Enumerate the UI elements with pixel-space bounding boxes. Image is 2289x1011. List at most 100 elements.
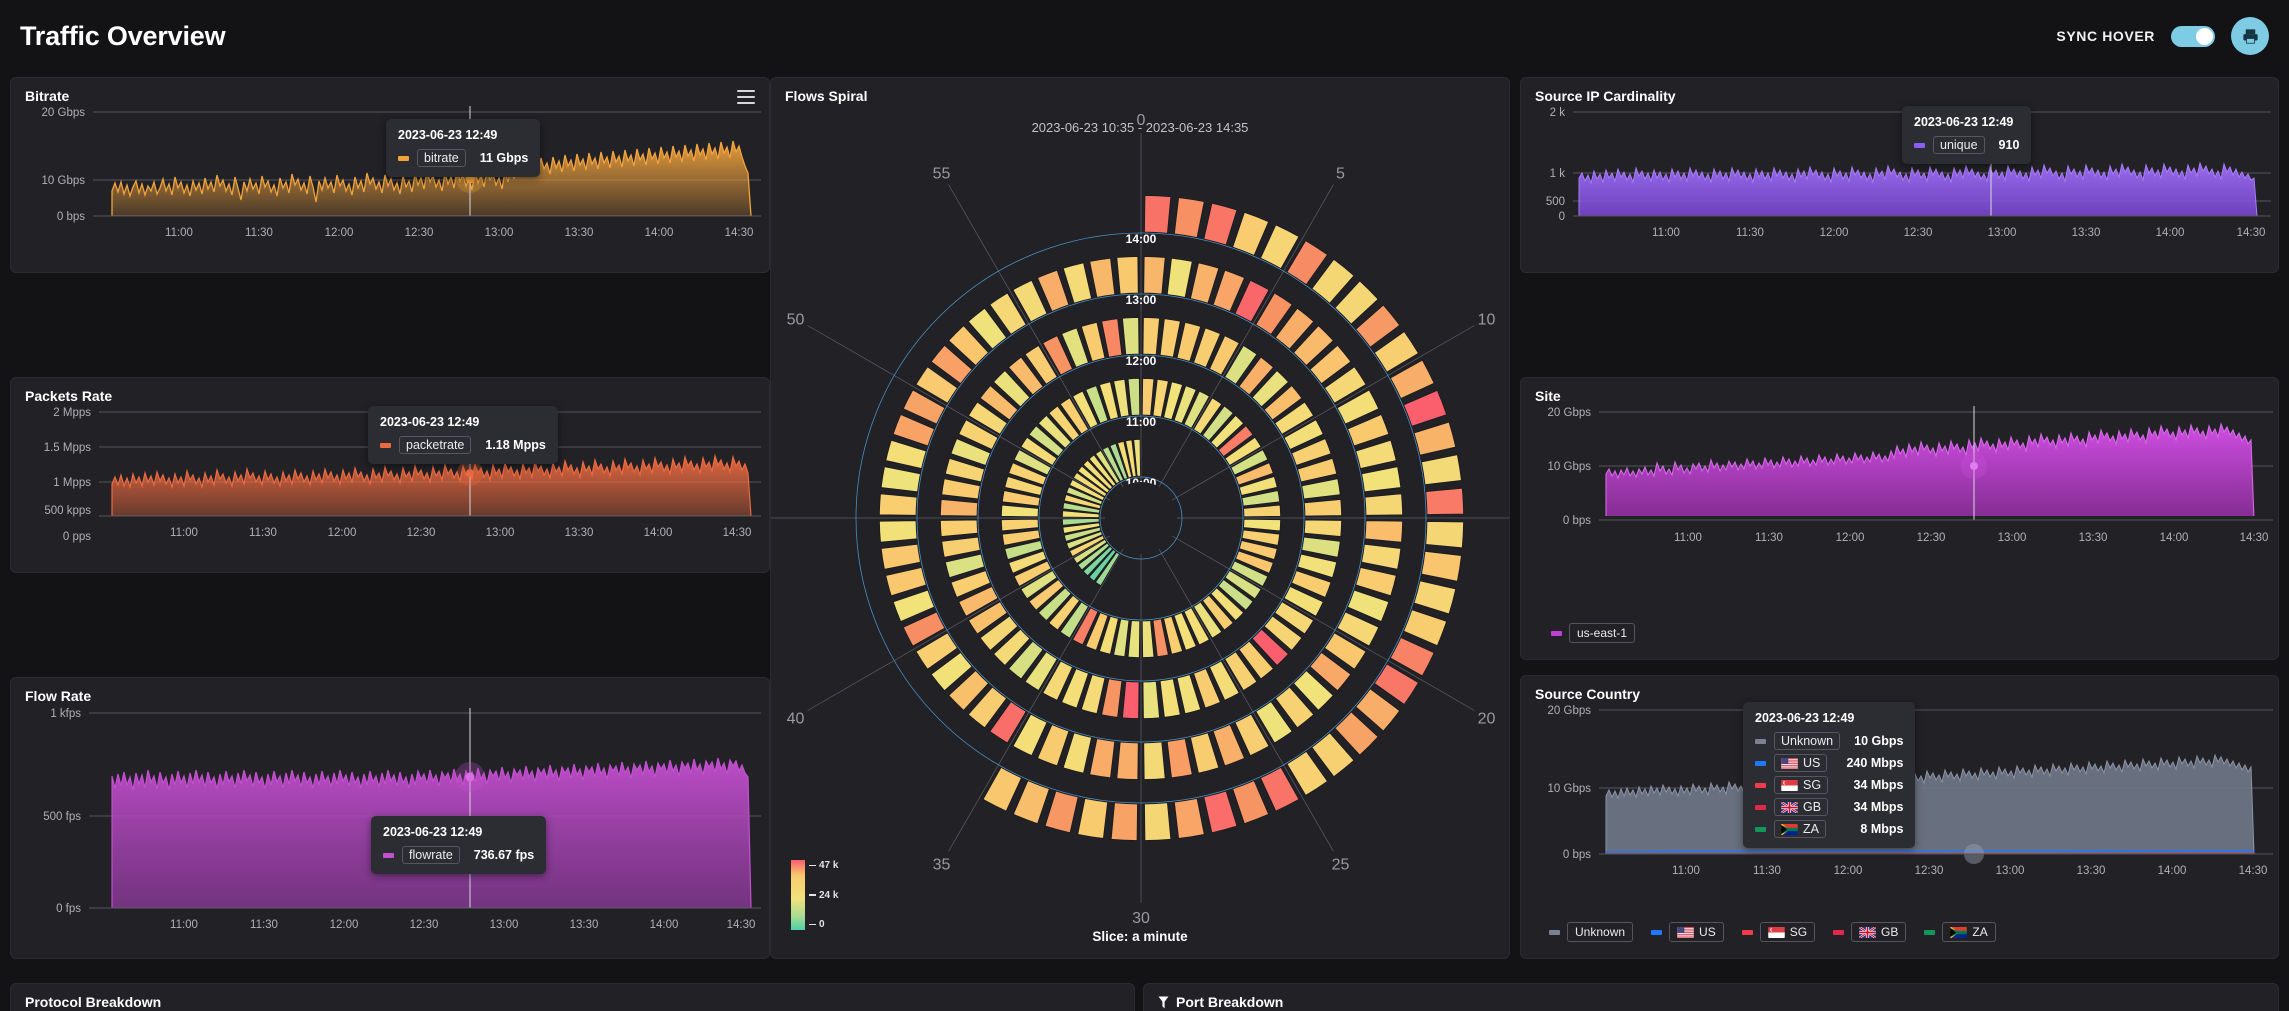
legend-item-us[interactable]: US [1651,922,1724,942]
tooltip-row: ZA 8 Mbps [1755,820,1903,838]
spiral-cell[interactable] [1362,467,1401,492]
spiral-cell[interactable] [942,537,980,557]
spiral-cell[interactable] [886,567,926,595]
spiral-cell[interactable] [1426,488,1464,514]
spiral-cell[interactable] [1142,621,1154,658]
spiral-cell[interactable] [1190,263,1218,303]
chart-site[interactable]: 20 Gbps 10 Gbps 0 bps 11:00 11:30 12:00 … [1521,378,2278,659]
print-button[interactable] [2231,17,2269,55]
spiral-cell[interactable] [881,467,920,492]
spiral-cell[interactable] [1144,803,1170,841]
spiral-cell[interactable] [1144,256,1165,294]
spiral-cell[interactable] [1143,681,1160,718]
spiral-cell[interactable] [1302,537,1340,557]
spiral-cell[interactable] [1090,739,1115,778]
spiral-cell[interactable] [1078,798,1108,838]
spiral-cell[interactable] [1233,212,1269,255]
svg-text:1 kfps: 1 kfps [50,708,81,720]
spiral-cell[interactable] [1404,390,1447,426]
panel-title-flows-spiral: Flows Spiral [785,88,867,104]
spiral-cell[interactable] [1190,733,1218,773]
legend-item-us-east-1[interactable]: us-east-1 [1551,623,1635,643]
spiral-cell[interactable] [879,494,917,515]
spiral-cell[interactable] [1365,521,1403,542]
spiral-cell[interactable] [1013,781,1049,824]
spiral-cell[interactable] [1244,519,1281,531]
legend-item-unknown[interactable]: Unknown [1549,922,1633,942]
spiral-cell[interactable] [1063,733,1091,773]
spiral-cell[interactable] [1102,319,1122,357]
chart-flows-spiral[interactable]: 10:0011:0012:0013:0014:00051015202530354… [771,78,1509,958]
svg-text:11:00: 11:00 [1672,865,1700,877]
spiral-cell[interactable] [1128,621,1140,658]
svg-text:12:00: 12:00 [1820,227,1849,239]
tooltip-flow-rate: 2023-06-23 12:49 flowrate 736.67 fps [371,816,546,874]
spiral-cell[interactable] [1204,791,1237,833]
spiral-cell[interactable] [886,440,926,468]
legend-item-sg[interactable]: SG [1742,922,1815,942]
spiral-cell[interactable] [940,520,977,537]
ytick-bitrate-2: 20 Gbps [42,107,86,119]
spiral-cell[interactable] [1160,319,1180,357]
spiral-cell[interactable] [1304,499,1341,516]
tooltip-swatch [1755,761,1766,766]
spiral-cell[interactable] [1356,440,1396,468]
spiral-cell[interactable] [1001,505,1038,517]
spiral-cell[interactable] [1174,798,1204,838]
spiral-cell[interactable] [1421,551,1461,581]
spiral-cell[interactable] [1414,422,1456,455]
spiral-cell[interactable] [1090,258,1115,297]
legend-swatch [1833,930,1844,935]
spiral-cell[interactable] [1244,505,1281,517]
tooltip-row: Unknown 10 Gbps [1755,732,1903,750]
spiral-slice-label: Slice: a minute [771,929,1509,944]
spiral-cell[interactable] [1426,521,1464,547]
spiral-cell[interactable] [1117,256,1138,294]
spiral-cell[interactable] [1302,479,1340,499]
spiral-cell[interactable] [1356,567,1396,595]
legend-item-gb[interactable]: GB [1833,922,1906,942]
spiral-cell[interactable] [1414,581,1456,614]
spiral-cell[interactable] [1233,781,1269,824]
spiral-cell[interactable] [1144,742,1165,780]
spiral-angular-tick: 30 [1132,910,1150,927]
spiral-cell[interactable] [1117,742,1138,780]
spiral-cell[interactable] [1160,679,1180,717]
spiral-cell[interactable] [1144,195,1170,233]
spiral-cell[interactable] [881,544,920,569]
spiral-cell[interactable] [1045,791,1078,833]
spiral-cell[interactable] [1122,681,1139,718]
spiral-cell[interactable] [1111,803,1137,841]
spiral-cell[interactable] [879,521,917,542]
spiral-cell[interactable] [1404,610,1447,646]
tooltip-value: 10 Gbps [1848,734,1903,748]
tooltip-swatch [1755,739,1766,744]
sync-hover-toggle[interactable] [2171,26,2215,47]
spiral-ring-label: 14:00 [1126,232,1157,246]
spiral-cell[interactable] [1304,520,1341,537]
spiral-cell[interactable] [1167,258,1192,297]
spiral-cell[interactable] [1365,494,1403,515]
spiral-cell[interactable] [942,479,980,499]
spiral-cell[interactable] [1204,203,1237,245]
spiral-cell[interactable] [1142,378,1154,415]
hamburger-menu-icon[interactable] [737,90,755,104]
spiral-cell[interactable] [1128,378,1140,415]
spiral-cell[interactable] [1122,317,1139,354]
spiral-cell[interactable] [1001,519,1038,531]
spiral-cell[interactable] [1167,739,1192,778]
tooltip-swatch [383,853,394,858]
spiral-cell[interactable] [1174,198,1204,238]
spiral-cell[interactable] [940,499,977,516]
spiral-cell[interactable] [1102,679,1122,717]
spiral-cell[interactable] [1063,263,1091,303]
spiral-cell[interactable] [1143,317,1160,354]
spiral-cell[interactable] [1421,455,1461,485]
spiral-cell[interactable] [1362,544,1401,569]
legend-item-za[interactable]: ZA [1924,922,1995,942]
legend-label: GB [1851,922,1906,942]
za-flag-icon [1950,927,1967,938]
chart-source-ip-cardinality[interactable]: 2 k 1 k 500 0 11:00 11:30 12:00 12:30 13… [1521,78,2278,272]
svg-text:13:00: 13:00 [490,919,519,931]
tooltip-key: unique [1933,136,1985,154]
